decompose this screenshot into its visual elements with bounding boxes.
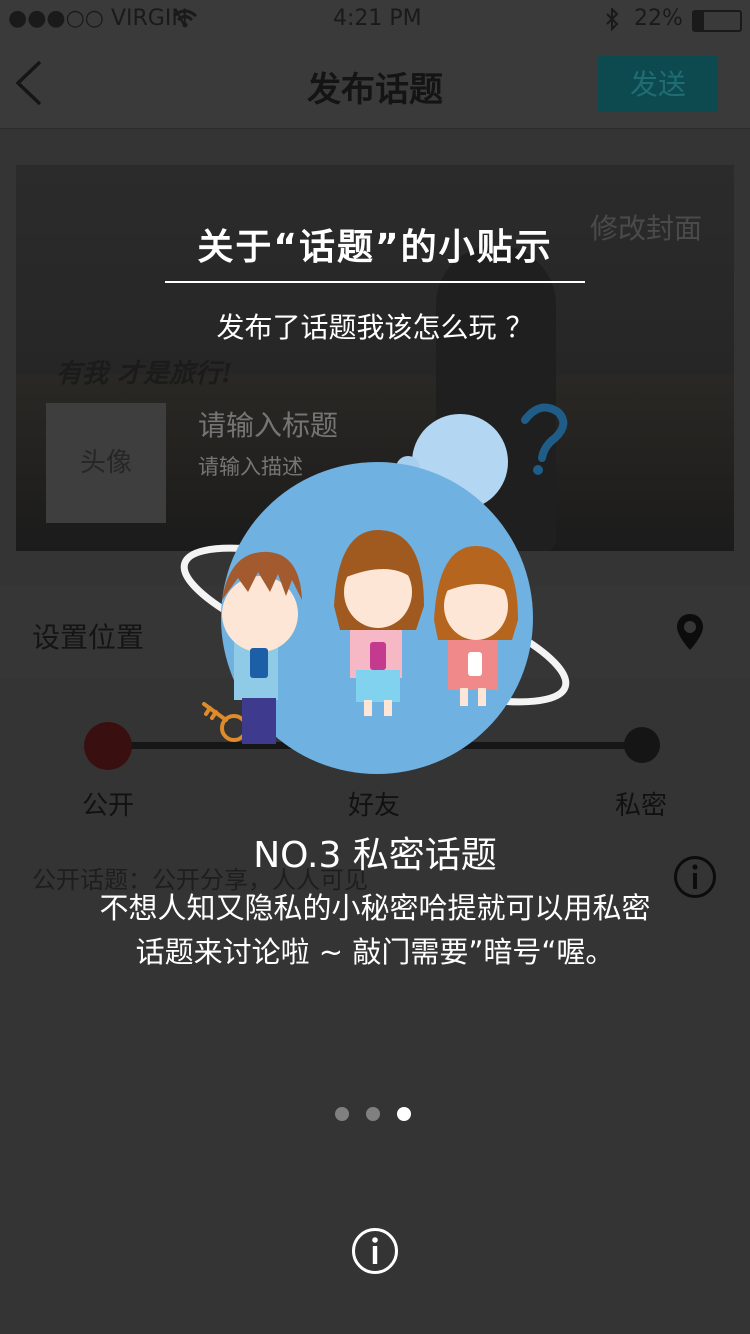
location-label: 设置位置 bbox=[32, 621, 145, 654]
tip-description-line-1: 不想人知又隐私的小秘密哈提就可以用私密 bbox=[99, 891, 651, 925]
tip-title: 关于“话题”的小贴示 bbox=[197, 227, 553, 268]
tip-description-line-2: 话题来讨论啦 ~ 敲门需要”暗号“喔。 bbox=[135, 935, 615, 969]
carrier-label: ●●●○○ VIRGIN bbox=[8, 6, 188, 31]
tip-heading: NO.3 私密话题 bbox=[253, 835, 497, 876]
battery-percent: 22% bbox=[634, 6, 683, 31]
page-indicator[interactable] bbox=[335, 1106, 428, 1125]
status-bar: ●●●○○ VIRGIN 4:21 PM 22% bbox=[0, 0, 750, 40]
avatar-upload[interactable]: 头像 bbox=[46, 403, 166, 523]
wifi-icon bbox=[172, 9, 198, 28]
battery-icon bbox=[692, 10, 742, 32]
page-dot-3-active[interactable] bbox=[397, 1107, 411, 1121]
page-dot-2[interactable] bbox=[366, 1107, 380, 1121]
location-pin-icon[interactable] bbox=[674, 612, 706, 652]
tip-divider bbox=[165, 281, 585, 283]
privacy-slider-end[interactable] bbox=[624, 727, 660, 763]
privacy-slider-knob[interactable] bbox=[84, 722, 132, 770]
key-icon bbox=[202, 702, 248, 742]
cover-script-text: 有我 才是旅行! bbox=[56, 359, 233, 389]
page-dot-1[interactable] bbox=[335, 1107, 349, 1121]
privacy-illustration bbox=[180, 403, 570, 774]
send-button[interactable]: 发送 bbox=[598, 56, 718, 112]
bluetooth-icon bbox=[606, 8, 619, 32]
privacy-option-private[interactable]: 私密 bbox=[615, 785, 667, 822]
clock: 4:21 PM bbox=[333, 6, 422, 31]
info-icon[interactable] bbox=[351, 1227, 399, 1275]
question-icon bbox=[521, 403, 568, 475]
privacy-option-public[interactable]: 公开 bbox=[82, 785, 134, 822]
privacy-option-friends[interactable]: 好友 bbox=[348, 785, 400, 822]
tip-description: 不想人知又隐私的小秘密哈提就可以用私密 话题来讨论啦 ~ 敲门需要”暗号“喔。 bbox=[0, 886, 750, 974]
tip-subtitle: 发布了话题我该怎么玩 ？ bbox=[216, 311, 534, 344]
nav-bar: 发布话题 发送 bbox=[0, 40, 750, 129]
